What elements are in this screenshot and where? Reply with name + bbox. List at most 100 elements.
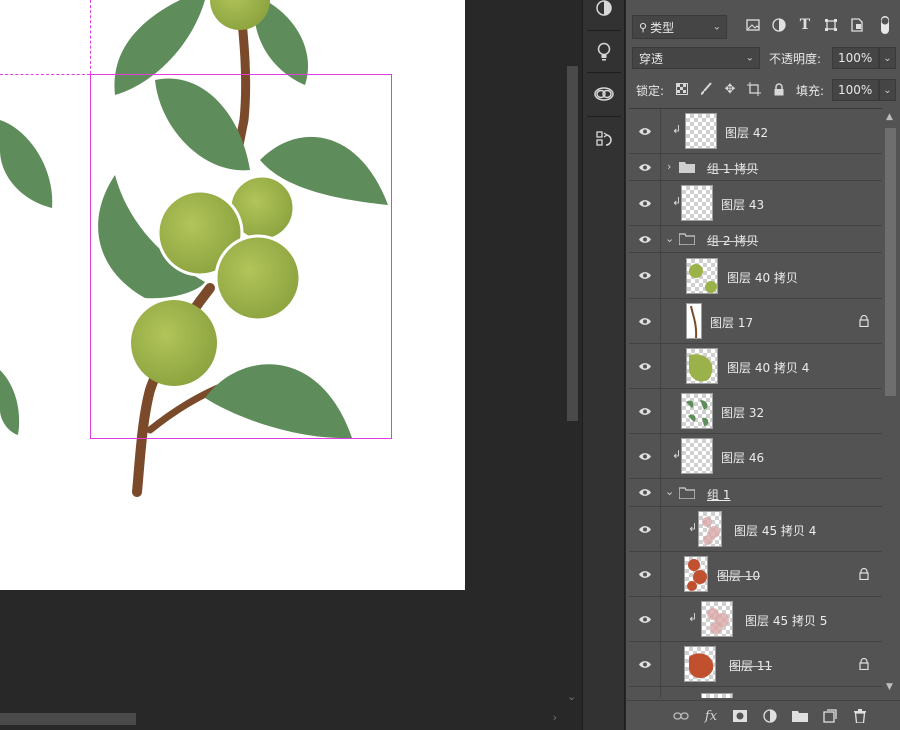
adjustments-icon[interactable] <box>588 0 620 24</box>
filter-toggle-switch[interactable] <box>876 16 894 34</box>
layer-thumbnail[interactable] <box>681 185 713 221</box>
layer-name[interactable]: 图层 32 <box>721 404 764 421</box>
layer-name[interactable]: 图层 10 <box>717 567 760 584</box>
layer-name[interactable]: 图层 40 拷贝 4 <box>727 359 809 376</box>
layer-thumbnail[interactable] <box>681 393 713 429</box>
visibility-toggle[interactable] <box>629 154 661 180</box>
layer-bounds-box[interactable] <box>90 74 392 439</box>
layer-style-fx-icon[interactable]: fx <box>701 707 721 725</box>
opacity-slider-toggle[interactable]: ⌄ <box>879 47 896 69</box>
canvas-horizontal-scrollbar[interactable]: › <box>0 710 565 730</box>
layer-name[interactable]: 图层 45 拷贝 5 <box>745 612 827 629</box>
fill-slider-toggle[interactable]: ⌄ <box>879 79 896 101</box>
group-row[interactable]: › 组 1 拷贝 <box>629 154 882 181</box>
new-adjustment-layer-icon[interactable] <box>760 707 780 725</box>
visibility-toggle[interactable] <box>629 687 661 698</box>
layer-row[interactable] <box>629 687 882 698</box>
scroll-right-icon[interactable]: › <box>553 711 557 724</box>
visibility-toggle[interactable] <box>629 181 661 225</box>
layer-row[interactable]: 图层 32 <box>629 389 882 434</box>
group-name[interactable]: 组 2 拷贝 <box>707 232 758 249</box>
layer-row[interactable]: 图层 10 <box>629 552 882 597</box>
filter-adjustment-icon[interactable] <box>770 16 788 34</box>
document-canvas[interactable] <box>0 0 465 590</box>
blend-mode-dropdown[interactable]: 穿透 ⌄ <box>632 47 760 69</box>
scrollbar-thumb[interactable] <box>885 128 896 396</box>
layer-thumbnail[interactable] <box>686 303 702 339</box>
layer-name[interactable]: 图层 43 <box>721 196 764 213</box>
visibility-toggle[interactable] <box>629 479 661 506</box>
layer-name[interactable]: 图层 17 <box>710 314 753 331</box>
layer-thumbnail[interactable] <box>701 693 733 698</box>
filter-smart-object-icon[interactable] <box>848 16 866 34</box>
visibility-toggle[interactable] <box>629 109 661 153</box>
lock-brush-icon[interactable] <box>698 81 714 97</box>
layer-name[interactable]: 图层 42 <box>725 124 768 141</box>
chevron-down-icon[interactable]: ⌄ <box>665 232 674 245</box>
scroll-down-icon[interactable]: ▼ <box>886 682 893 692</box>
visibility-toggle[interactable] <box>629 507 661 551</box>
history-icon[interactable] <box>588 124 620 156</box>
link-layers-icon[interactable] <box>671 707 691 725</box>
libraries-icon[interactable] <box>588 78 620 110</box>
visibility-toggle[interactable] <box>629 253 661 298</box>
layer-thumbnail[interactable] <box>686 258 718 294</box>
layer-name[interactable]: 图层 46 <box>721 449 764 466</box>
visibility-toggle[interactable] <box>629 642 661 686</box>
layer-thumbnail[interactable] <box>686 348 718 384</box>
layer-row[interactable]: 图层 11 <box>629 642 882 687</box>
lock-artboard-icon[interactable] <box>746 81 762 97</box>
group-row[interactable]: ⌄ 组 2 拷贝 <box>629 226 882 253</box>
scroll-down-icon[interactable]: ⌄ <box>567 690 576 703</box>
chevron-down-icon[interactable]: ⌄ <box>665 485 674 498</box>
layer-name[interactable]: 图层 45 拷贝 4 <box>734 522 816 539</box>
layer-thumbnail[interactable] <box>698 511 722 547</box>
layer-thumbnail[interactable] <box>684 556 708 592</box>
group-name[interactable]: 组 1 拷贝 <box>707 160 758 177</box>
lock-all-icon[interactable] <box>771 81 787 97</box>
scroll-up-icon[interactable]: ▲ <box>886 112 893 122</box>
lock-transparent-icon[interactable] <box>674 81 690 97</box>
learn-lightbulb-icon[interactable] <box>588 36 620 68</box>
visibility-toggle[interactable] <box>629 597 661 641</box>
fill-input[interactable]: 100% <box>832 79 879 101</box>
scrollbar-thumb[interactable] <box>567 66 578 421</box>
new-layer-icon[interactable] <box>820 707 840 725</box>
layer-row[interactable]: ↲ 图层 45 拷贝 5 <box>629 597 882 642</box>
canvas-vertical-scrollbar[interactable]: ⌄ <box>565 0 580 710</box>
chevron-right-icon[interactable]: › <box>667 160 671 173</box>
layer-thumbnail[interactable] <box>701 601 733 637</box>
opacity-input[interactable]: 100% <box>832 47 879 69</box>
layers-scrollbar[interactable]: ▲ ▼ <box>882 108 900 698</box>
layer-row[interactable]: ↲ 图层 45 拷贝 4 <box>629 507 882 552</box>
visibility-toggle[interactable] <box>629 344 661 388</box>
new-group-icon[interactable] <box>790 707 810 725</box>
layer-name[interactable]: 图层 11 <box>729 657 772 674</box>
layer-thumbnail[interactable] <box>685 113 717 149</box>
layer-list[interactable]: ↲ 图层 42 › 组 1 拷贝 ↲ 图层 43 ⌄ 组 2 拷贝 图层 40 … <box>629 108 882 698</box>
visibility-toggle[interactable] <box>629 226 661 252</box>
filter-shape-icon[interactable] <box>822 16 840 34</box>
layer-filter-dropdown[interactable]: ⚲ 类型 ⌄ <box>632 15 727 39</box>
layer-thumbnail[interactable] <box>681 438 713 474</box>
layer-row[interactable]: 图层 17 <box>629 299 882 344</box>
layer-row[interactable]: 图层 40 拷贝 4 <box>629 344 882 389</box>
canvas-area[interactable] <box>0 0 565 710</box>
visibility-toggle[interactable] <box>629 299 661 343</box>
add-mask-icon[interactable] <box>730 707 750 725</box>
layer-row[interactable]: ↲ 图层 46 <box>629 434 882 479</box>
layer-row[interactable]: 图层 40 拷贝 <box>629 253 882 299</box>
group-row[interactable]: ⌄ 组 1 <box>629 479 882 507</box>
visibility-toggle[interactable] <box>629 434 661 478</box>
filter-type-icon[interactable]: T <box>796 16 814 34</box>
visibility-toggle[interactable] <box>629 552 661 596</box>
layer-name[interactable]: 图层 40 拷贝 <box>727 269 798 286</box>
scrollbar-thumb[interactable] <box>0 713 136 725</box>
layer-row[interactable]: ↲ 图层 42 <box>629 109 882 154</box>
lock-move-icon[interactable]: ✥ <box>722 81 738 97</box>
layer-thumbnail[interactable] <box>684 646 716 682</box>
delete-layer-trash-icon[interactable] <box>850 707 870 725</box>
filter-pixel-icon[interactable] <box>744 16 762 34</box>
group-name[interactable]: 组 1 <box>707 486 730 503</box>
layer-row[interactable]: ↲ 图层 43 <box>629 181 882 226</box>
